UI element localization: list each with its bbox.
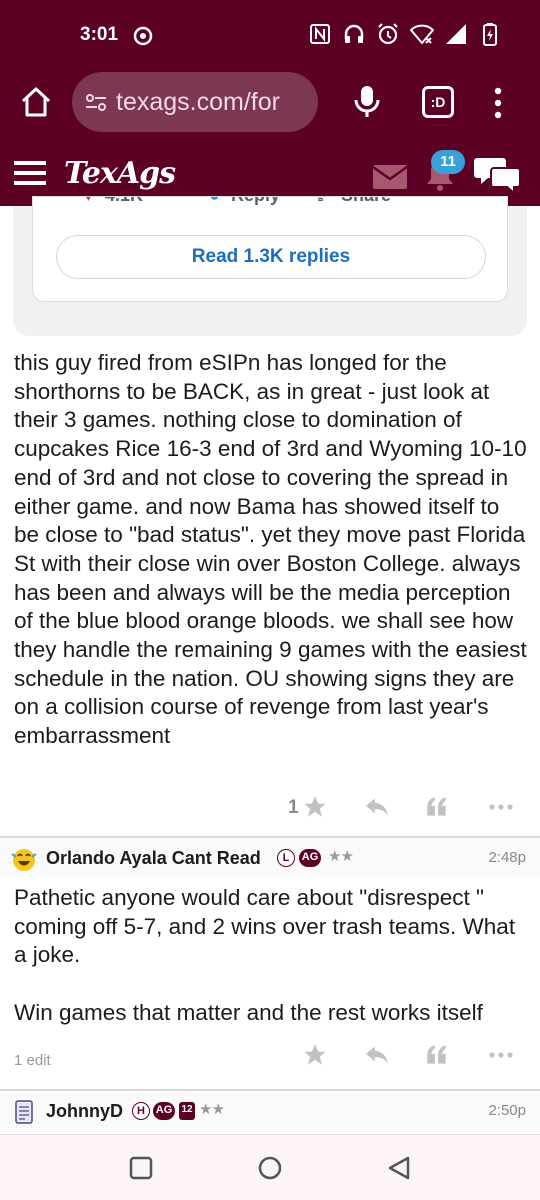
post-body: this guy fired from eSIPn has longed for…: [14, 350, 527, 749]
status-time: 3:01: [80, 24, 119, 45]
read-replies-button[interactable]: Read 1.3K replies: [56, 235, 486, 279]
chat-icon[interactable]: [474, 156, 522, 194]
more-options-icon[interactable]: [488, 794, 514, 820]
status-bar: 3:01: [0, 0, 540, 72]
chrome-icon: [133, 26, 153, 46]
post-text: Pathetic anyone would care about "disres…: [14, 885, 516, 968]
texags-logo[interactable]: TexAgs: [64, 156, 176, 191]
quote-icon[interactable]: [424, 1042, 450, 1068]
post-time: 2:48p: [488, 849, 526, 866]
rating-stars: ★★: [199, 1101, 225, 1118]
post-text: Win games that matter and the rest works…: [14, 999, 483, 1025]
badge-12: 12: [179, 1102, 195, 1120]
url-text[interactable]: texags.com/for: [116, 88, 310, 117]
notification-badge: 11: [431, 150, 465, 174]
browser-toolbar: texags.com/for :D: [0, 72, 540, 142]
embedded-post-card: ♥ 4.1K ● Reply ⇪ Share Read 1.3K replies: [32, 196, 508, 302]
post-actions: 1: [0, 788, 540, 828]
reply-icon[interactable]: [364, 1042, 390, 1068]
user-avatar-icon[interactable]: [10, 846, 38, 872]
share-label[interactable]: Share: [341, 197, 391, 206]
reply-icon[interactable]: [364, 794, 390, 820]
embedded-post-container: ♥ 4.1K ● Reply ⇪ Share Read 1.3K replies: [13, 196, 527, 336]
username[interactable]: JohnnyD: [46, 1101, 123, 1122]
mail-icon[interactable]: [372, 164, 408, 190]
post-header: JohnnyD H AG 12 ★★ 2:50p: [0, 1089, 540, 1129]
notepad-avatar-icon[interactable]: [10, 1099, 38, 1125]
headphones-icon: [344, 24, 364, 43]
badge-ag: AG: [299, 849, 321, 867]
microphone-icon[interactable]: [352, 84, 382, 120]
back-icon[interactable]: [386, 1155, 412, 1181]
badge-l: L: [277, 849, 295, 867]
nfc-icon: [310, 24, 330, 44]
post-time: 2:50p: [488, 1102, 526, 1119]
star-icon[interactable]: [302, 794, 328, 820]
home-icon[interactable]: [18, 84, 54, 120]
more-menu-icon[interactable]: [490, 86, 506, 120]
more-options-icon[interactable]: [488, 1042, 514, 1068]
home-nav-icon[interactable]: [257, 1155, 283, 1181]
battery-icon: [483, 23, 497, 46]
username[interactable]: Orlando Ayala Cant Read: [46, 848, 261, 869]
tabs-button[interactable]: :D: [422, 86, 454, 118]
heart-icon[interactable]: ♥: [83, 197, 94, 206]
post-header: Orlando Ayala Cant Read L AG ★★ 2:48p: [0, 836, 540, 876]
alarm-icon: [378, 23, 398, 45]
badge-ag: AG: [153, 1102, 175, 1120]
star-count: 1: [288, 797, 299, 818]
rating-stars: ★★: [328, 848, 354, 865]
reply-label[interactable]: Reply: [231, 197, 280, 206]
signal-icon: [446, 24, 466, 44]
reply-icon[interactable]: ●: [209, 197, 220, 206]
badge-h: H: [132, 1102, 150, 1120]
post-body: Pathetic anyone would care about "disres…: [14, 884, 528, 1028]
system-nav-bar: [0, 1134, 540, 1200]
post-actions: 1 edit: [0, 1036, 540, 1076]
wifi-icon: [410, 24, 434, 45]
quote-icon[interactable]: [424, 794, 450, 820]
star-icon[interactable]: [302, 1042, 328, 1068]
recents-icon[interactable]: [128, 1155, 154, 1181]
address-bar[interactable]: texags.com/for: [72, 72, 318, 132]
site-settings-icon[interactable]: [84, 90, 108, 114]
status-icons: [308, 22, 502, 46]
edit-note[interactable]: 1 edit: [14, 1052, 51, 1069]
hamburger-menu-icon[interactable]: [14, 160, 46, 186]
embed-actions: ♥ 4.1K ● Reply ⇪ Share: [63, 197, 443, 217]
like-count: 4.1K: [105, 197, 143, 206]
share-icon[interactable]: ⇪: [313, 197, 328, 206]
